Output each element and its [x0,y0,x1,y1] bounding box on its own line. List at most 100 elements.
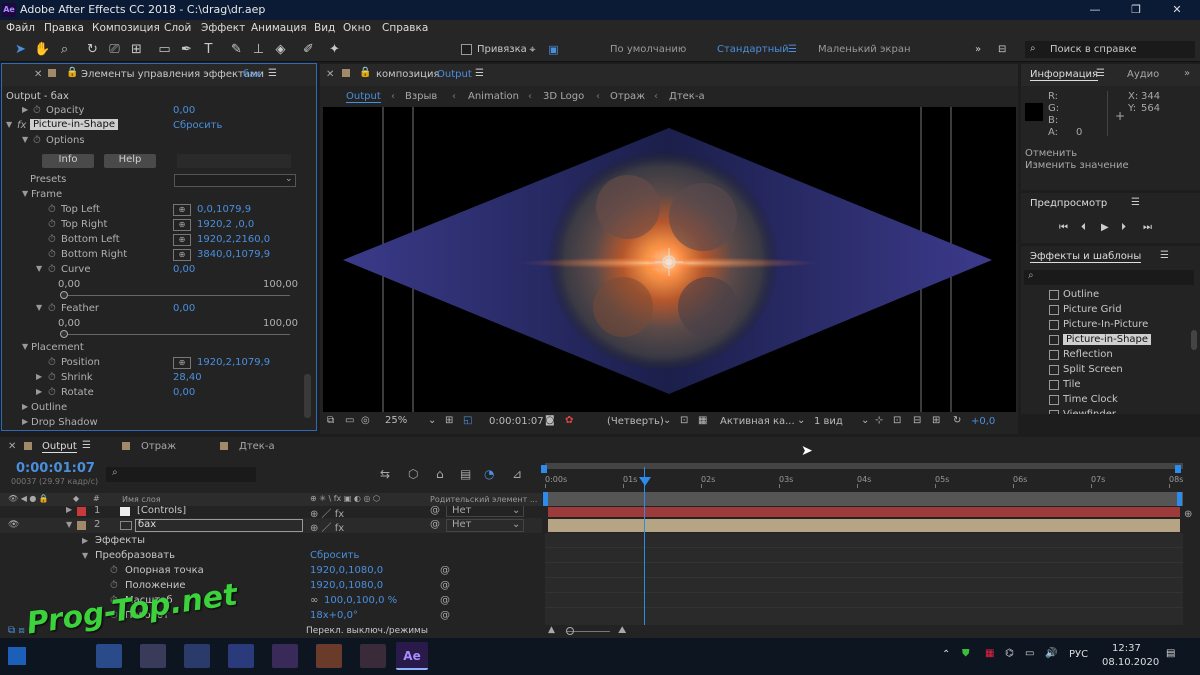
taskbar-app-icon[interactable] [272,644,298,668]
stopwatch-icon[interactable]: ⏱ [48,303,56,314]
menu-composition[interactable]: Композиция [92,22,160,34]
playhead-handle[interactable] [639,477,651,486]
tab-audio[interactable]: Аудио [1127,69,1159,80]
panel-menu-icon[interactable]: ☰ [1160,250,1169,261]
layer-row-1[interactable]: ▶ 1 [Controls] ⊕ ／ fx @ Нет ⌄ [0,506,542,518]
transform-reset-link[interactable]: Сбросить [310,550,359,561]
crumb-otrazh[interactable]: Отраж [610,91,645,102]
zoom-level[interactable]: 25% [385,415,407,426]
workspace-more-icon[interactable]: » [975,44,981,55]
chevron-down-icon[interactable]: ⌄ [797,415,805,426]
effects-list-item[interactable]: Viewfinder [1021,408,1200,414]
opacity-value[interactable]: 0,00 [173,105,195,116]
timeline-tab-output[interactable]: Output [42,441,77,453]
stopwatch-icon[interactable]: ⏱ [48,249,56,260]
rotate-tool-icon[interactable]: ↻ [84,41,101,58]
stopwatch-icon[interactable]: ⏱ [48,204,56,215]
camera-dropdown[interactable]: Активная ка... [720,416,795,427]
curve-slider-track[interactable] [64,295,290,296]
layer-name-header[interactable]: Имя слоя [122,495,161,504]
play-icon[interactable]: ▶ [1101,222,1109,233]
collapse-arrow-icon[interactable]: ▼ [36,303,42,312]
help-search-input[interactable]: ⌕ Поиск в справке [1025,41,1195,58]
stopwatch-icon[interactable]: ⏱ [48,357,56,368]
shrink-value[interactable]: 28,40 [173,372,202,383]
expression-icon[interactable]: @ [440,595,450,606]
feather-slider-track[interactable] [64,334,290,335]
work-area-bar[interactable] [545,463,1183,469]
panel-menu-icon[interactable]: ☰ [475,68,484,79]
pan-behind-tool-icon[interactable]: ⊞ [128,41,145,58]
collapse-arrow-icon[interactable]: ▼ [22,189,28,198]
effects-list-item[interactable]: Time Clock [1021,393,1200,408]
monitor-icon[interactable]: ▭ [345,415,354,426]
maximize-icon[interactable]: ❐ [1121,0,1151,20]
chevron-down-icon[interactable]: ⌄ [861,415,869,426]
eraser-tool-icon[interactable]: ◈ [272,41,289,58]
workspace-default[interactable]: По умолчанию [610,44,686,55]
layer-name[interactable]: [Controls] [137,506,186,516]
crosshair-icon[interactable]: ⊕ [173,234,191,246]
expression-icon[interactable]: @ [440,610,450,621]
fx-icon[interactable]: fx [17,120,26,131]
stopwatch-icon[interactable]: ⏱ [33,135,41,146]
panel-menu-icon[interactable]: ☰ [82,440,91,451]
visibility-eye-icon[interactable]: 👁 [8,520,19,530]
panel-menu-icon[interactable]: ☰ [1096,68,1105,79]
taskbar-app-icon[interactable] [184,644,210,668]
timeline-zoom-icon[interactable]: ⊕ [1184,509,1192,520]
crumb-3d-logo[interactable]: 3D Logo [543,91,584,102]
tray-app-icon[interactable]: ▦ [985,648,994,659]
property-track-area[interactable] [545,533,1183,625]
tray-security-icon[interactable]: ⛊ [962,648,970,659]
snapshot-icon[interactable]: ◙ [545,415,555,426]
help-button[interactable]: Help [104,154,156,168]
tab-close-icon[interactable]: ✕ [326,69,334,80]
motion-blur-icon[interactable]: ◔ [484,467,494,481]
taskbar-app-icon[interactable] [96,644,122,668]
reset-exposure-icon[interactable]: ↻ [953,415,961,426]
info-button[interactable]: Info [42,154,94,168]
tray-network-icon[interactable]: ⌬ [1005,648,1014,659]
work-area-end-handle[interactable] [1177,492,1182,506]
tray-chevron-up-icon[interactable]: ⌃ [942,649,950,660]
crumb-vzryv[interactable]: Взрыв [405,91,437,102]
crumb-animation[interactable]: Animation [468,91,519,102]
selection-tool-icon[interactable]: ➤ [12,41,29,58]
expand-arrow-icon[interactable]: ▶ [66,506,72,514]
expand-arrow-icon[interactable]: ▶ [36,387,42,396]
vr-icon[interactable]: ◎ [361,415,370,426]
minimize-icon[interactable]: — [1080,0,1110,20]
tab-close-icon[interactable]: ✕ [8,441,16,452]
effects-list-item[interactable]: Picture-in-Shape [1021,333,1200,348]
type-tool-icon[interactable]: T [200,41,217,58]
lock-icon[interactable]: 🔒 [359,67,371,78]
presets-dropdown[interactable]: ⌄ [174,174,296,187]
taskbar-app-icon[interactable] [360,644,386,668]
panel-menu-icon[interactable]: ☰ [1131,197,1140,208]
snap-option-icon[interactable]: ⌖ [524,41,541,58]
timeline-tab-dtek[interactable]: Дтек-а [239,441,275,452]
expression-icon[interactable]: @ [440,580,450,591]
menu-window[interactable]: Окно [343,22,371,34]
panel-more-icon[interactable]: » [1184,68,1190,79]
snap-checkbox[interactable] [461,44,472,55]
stopwatch-icon[interactable]: ⏱ [48,372,56,383]
fast-previews-icon[interactable]: ⊡ [893,415,901,426]
mask-toggle-icon[interactable]: ◱ [463,415,472,426]
collapse-arrow-icon[interactable]: ▼ [22,342,28,351]
composition-viewer[interactable] [323,107,1016,412]
crosshair-icon[interactable]: ⊕ [173,219,191,231]
work-area-out-marker[interactable] [1175,465,1181,473]
collapse-arrow-icon[interactable]: ▼ [66,520,72,529]
stopwatch-icon[interactable]: ⏱ [48,387,56,398]
crosshair-icon[interactable]: ⊕ [173,249,191,261]
timeline-search-input[interactable]: ⌕ [106,467,256,482]
layer-row-2[interactable]: 👁 ▼ 2 бах ⊕ ／ fx @ Нет ⌄ [0,518,542,534]
collapse-arrow-icon[interactable]: ▼ [82,551,88,560]
parent-pickwhip-icon[interactable]: @ [430,519,440,530]
effects-list-item[interactable]: Outline [1021,288,1200,303]
draft-3d-icon[interactable]: ⬡ [408,467,418,481]
current-timecode[interactable]: 0:00:01:07 [489,416,544,427]
flowchart-icon[interactable]: ⊞ [932,415,940,426]
